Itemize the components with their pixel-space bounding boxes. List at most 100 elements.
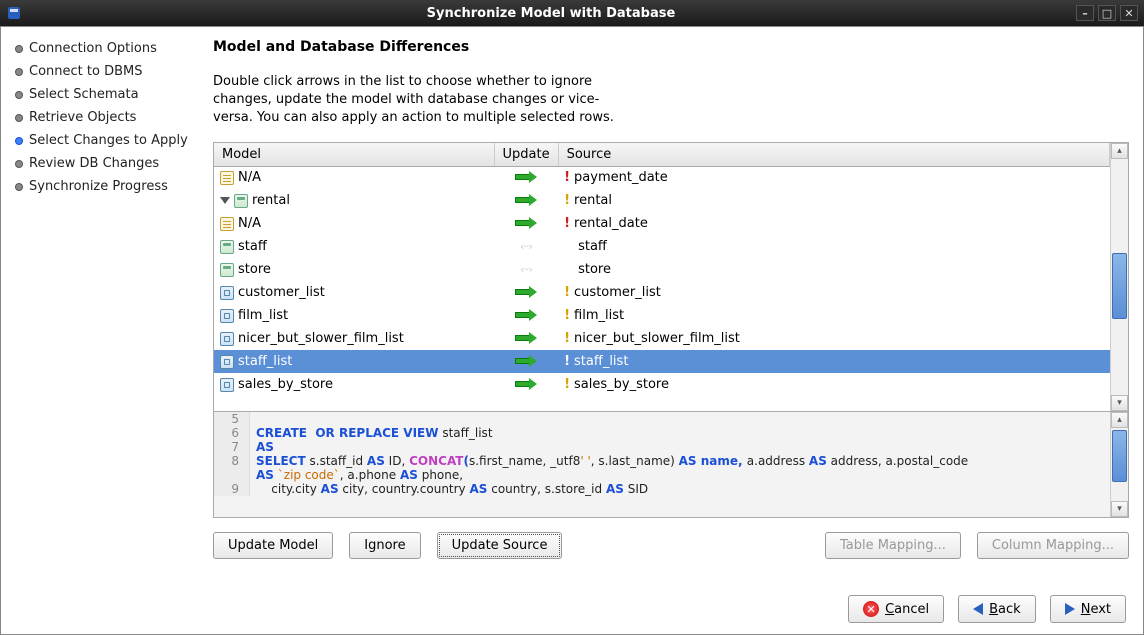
source-name: nicer_but_slower_film_list: [574, 331, 740, 346]
arrow-right-icon[interactable]: [515, 217, 537, 227]
source-name: staff: [578, 239, 607, 254]
model-name: staff_list: [238, 354, 292, 369]
scroll-up-button[interactable]: ▴: [1111, 412, 1128, 428]
arrow-right-icon[interactable]: [515, 194, 537, 204]
source-name: staff_list: [574, 354, 628, 369]
column-header-model[interactable]: Model: [214, 143, 494, 167]
model-name: rental: [252, 193, 290, 208]
error-icon: !: [564, 170, 570, 185]
column-header-source[interactable]: Source: [558, 143, 1109, 167]
step-label: Connect to DBMS: [29, 64, 142, 79]
code-line: CREATE OR REPLACE VIEW staff_list: [250, 426, 499, 440]
arrow-right-icon[interactable]: [515, 309, 537, 319]
diff-row[interactable]: sales_by_store! sales_by_store: [214, 373, 1110, 396]
model-name: N/A: [238, 170, 261, 185]
wizard-step: Retrieve Objects: [15, 110, 193, 125]
scroll-up-button[interactable]: ▴: [1111, 143, 1128, 159]
diff-row[interactable]: store ‹··› store: [214, 258, 1110, 281]
update-source-button[interactable]: Update Source: [437, 532, 563, 559]
cancel-icon: ✕: [863, 601, 879, 617]
step-bullet-icon: [15, 68, 23, 76]
next-label-rest: ext: [1090, 602, 1111, 617]
column-header-update[interactable]: Update: [494, 143, 558, 167]
warning-icon: !: [564, 193, 570, 208]
diff-row[interactable]: film_list! film_list: [214, 304, 1110, 327]
action-bar: Update Model Ignore Update Source Table …: [213, 532, 1129, 559]
step-label: Select Schemata: [29, 87, 139, 102]
next-icon: [1065, 603, 1075, 615]
wizard-nav: ✕ Cancel Back Next: [848, 595, 1126, 623]
line-number: 8: [214, 454, 250, 468]
cancel-label-rest: ancel: [894, 602, 929, 617]
view-icon: [220, 332, 234, 346]
warning-icon: !: [564, 331, 570, 346]
arrow-right-icon[interactable]: [515, 378, 537, 388]
diff-row[interactable]: N/A! payment_date: [214, 166, 1110, 189]
cancel-label-initial: C: [885, 602, 894, 617]
source-name: sales_by_store: [574, 377, 669, 392]
scroll-down-button[interactable]: ▾: [1111, 395, 1128, 411]
code-line: AS `zip code`, a.phone AS phone,: [250, 468, 469, 482]
page-description: Double click arrows in the list to choos…: [213, 73, 633, 128]
close-button[interactable]: ✕: [1120, 5, 1138, 21]
line-number: [214, 468, 250, 482]
back-button[interactable]: Back: [958, 595, 1036, 623]
diff-row[interactable]: customer_list!customer_list: [214, 281, 1110, 304]
step-label: Review DB Changes: [29, 156, 159, 171]
wizard-step: Select Changes to Apply: [15, 133, 193, 148]
source-name: film_list: [574, 308, 624, 323]
source-name: rental: [574, 193, 612, 208]
next-label-initial: N: [1081, 602, 1091, 617]
differences-grid: Model Update Source N/A! payment_daterent…: [213, 142, 1129, 412]
step-label: Retrieve Objects: [29, 110, 136, 125]
arrow-none-icon[interactable]: ‹··›: [515, 263, 537, 276]
update-model-button[interactable]: Update Model: [213, 532, 333, 559]
step-label: Synchronize Progress: [29, 179, 168, 194]
column-mapping-button[interactable]: Column Mapping...: [977, 532, 1129, 559]
minimize-button[interactable]: –: [1076, 5, 1094, 21]
warning-icon: !: [564, 377, 570, 392]
arrow-right-icon[interactable]: [515, 355, 537, 365]
model-name: staff: [238, 239, 267, 254]
cancel-button[interactable]: ✕ Cancel: [848, 595, 944, 623]
wizard-step: Review DB Changes: [15, 156, 193, 171]
diff-row[interactable]: staff ‹··› staff: [214, 235, 1110, 258]
line-number: 5: [214, 412, 250, 426]
diff-row[interactable]: N/A!rental_date: [214, 212, 1110, 235]
step-bullet-icon: [15, 183, 23, 191]
warning-icon: !: [564, 285, 570, 300]
back-label-rest: ack: [998, 602, 1021, 617]
step-label: Select Changes to Apply: [29, 133, 188, 148]
col-icon: [220, 217, 234, 231]
maximize-button[interactable]: □: [1098, 5, 1116, 21]
title-bar: Synchronize Model with Database – □ ✕: [0, 0, 1144, 26]
window-title: Synchronize Model with Database: [30, 6, 1072, 21]
table-mapping-button[interactable]: Table Mapping...: [825, 532, 961, 559]
sql-preview: 56CREATE OR REPLACE VIEW staff_list7AS8S…: [213, 412, 1129, 518]
arrow-right-icon[interactable]: [515, 332, 537, 342]
diff-row[interactable]: staff_list!staff_list: [214, 350, 1110, 373]
source-name: customer_list: [574, 285, 661, 300]
model-name: sales_by_store: [238, 377, 333, 392]
grid-scrollbar[interactable]: ▴ ▾: [1110, 143, 1128, 411]
arrow-right-icon[interactable]: [515, 171, 537, 181]
model-name: store: [238, 262, 271, 277]
source-name: payment_date: [574, 170, 668, 185]
ignore-button[interactable]: Ignore: [349, 532, 420, 559]
arrow-right-icon[interactable]: [515, 286, 537, 296]
step-label: Connection Options: [29, 41, 157, 56]
expand-icon[interactable]: [220, 197, 230, 204]
code-line: AS: [250, 440, 280, 454]
source-name: rental_date: [574, 216, 648, 231]
next-button[interactable]: Next: [1050, 595, 1126, 623]
code-scrollbar[interactable]: ▴ ▾: [1110, 412, 1128, 517]
model-name: nicer_but_slower_film_list: [238, 331, 404, 346]
scroll-down-button[interactable]: ▾: [1111, 501, 1128, 517]
wizard-step: Connect to DBMS: [15, 64, 193, 79]
model-name: film_list: [238, 308, 288, 323]
arrow-none-icon[interactable]: ‹··›: [515, 240, 537, 253]
diff-row[interactable]: rental! rental: [214, 189, 1110, 212]
warning-icon: !: [564, 308, 570, 323]
diff-row[interactable]: nicer_but_slower_film_list! nicer_but_slo…: [214, 327, 1110, 350]
source-name: store: [578, 262, 611, 277]
